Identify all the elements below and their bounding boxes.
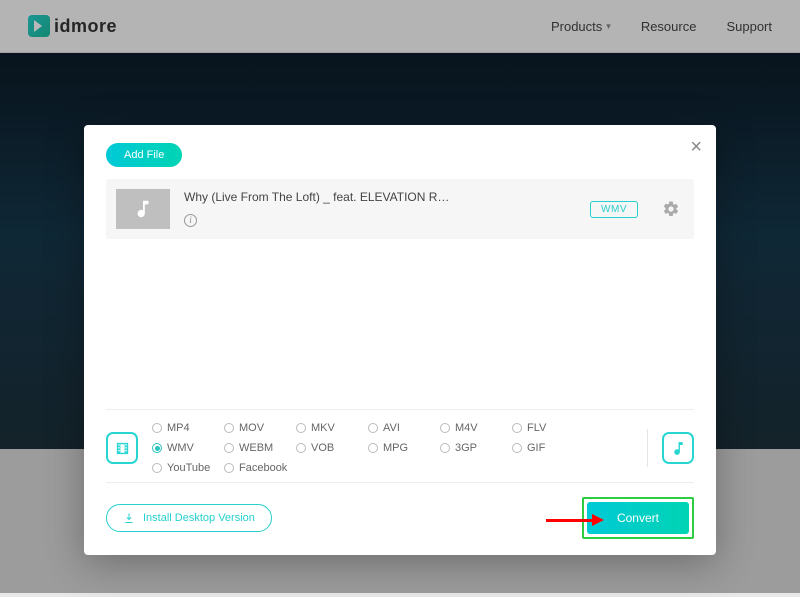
- radio-icon: [368, 423, 378, 433]
- chevron-down-icon: ▾: [606, 21, 611, 32]
- brand-logo[interactable]: idmore: [28, 15, 117, 37]
- format-option-wmv[interactable]: WMV: [152, 442, 224, 454]
- format-option-mkv[interactable]: MKV: [296, 422, 368, 434]
- format-option-youtube[interactable]: YouTube: [152, 462, 224, 474]
- radio-icon: [152, 443, 162, 453]
- converter-modal: × Add File Why (Live From The Loft) _ fe…: [84, 125, 716, 555]
- audio-thumbnail-icon: [116, 189, 170, 229]
- radio-icon: [152, 463, 162, 473]
- format-label: VOB: [311, 442, 334, 454]
- format-bar: MP4 MOV MKV AVI M4V FLV WMV WEBM VOB MPG 3GP GIF You…: [106, 409, 694, 482]
- format-label: M4V: [455, 422, 478, 434]
- format-option-gif[interactable]: GIF: [512, 442, 584, 454]
- radio-icon: [512, 443, 522, 453]
- format-label: AVI: [383, 422, 400, 434]
- format-label: FLV: [527, 422, 546, 434]
- install-label: Install Desktop Version: [143, 512, 255, 524]
- radio-icon: [224, 423, 234, 433]
- format-label: GIF: [527, 442, 545, 454]
- top-bar: idmore Products▾ Resource Support: [0, 0, 800, 53]
- radio-icon: [224, 443, 234, 453]
- radio-icon: [296, 443, 306, 453]
- top-nav: Products▾ Resource Support: [551, 19, 772, 34]
- divider: [647, 429, 648, 467]
- radio-icon: [368, 443, 378, 453]
- format-label: YouTube: [167, 462, 210, 474]
- format-label: 3GP: [455, 442, 477, 454]
- format-option-mp4[interactable]: MP4: [152, 422, 224, 434]
- radio-icon: [440, 423, 450, 433]
- format-label: WEBM: [239, 442, 273, 454]
- close-icon[interactable]: ×: [690, 137, 702, 157]
- radio-icon: [224, 463, 234, 473]
- format-option-mpg[interactable]: MPG: [368, 442, 440, 454]
- logo-play-icon: [28, 15, 50, 37]
- install-desktop-button[interactable]: Install Desktop Version: [106, 504, 272, 532]
- format-label: WMV: [167, 442, 194, 454]
- format-option-mov[interactable]: MOV: [224, 422, 296, 434]
- radio-icon: [440, 443, 450, 453]
- file-list: Why (Live From The Loft) _ feat. ELEVATI…: [106, 179, 694, 409]
- nav-resource[interactable]: Resource: [641, 19, 697, 34]
- audio-tab-icon[interactable]: [662, 432, 694, 464]
- format-option-avi[interactable]: AVI: [368, 422, 440, 434]
- format-label: MP4: [167, 422, 190, 434]
- radio-icon: [296, 423, 306, 433]
- format-label: MPG: [383, 442, 408, 454]
- bottom-bar: Install Desktop Version Convert: [106, 482, 694, 539]
- gear-icon[interactable]: [662, 200, 680, 218]
- format-option-webm[interactable]: WEBM: [224, 442, 296, 454]
- format-option-flv[interactable]: FLV: [512, 422, 584, 434]
- output-format-badge[interactable]: WMV: [590, 201, 638, 218]
- download-icon: [123, 512, 135, 524]
- video-tab-icon[interactable]: [106, 432, 138, 464]
- format-label: Facebook: [239, 462, 287, 474]
- format-option-vob[interactable]: VOB: [296, 442, 368, 454]
- nav-support[interactable]: Support: [726, 19, 772, 34]
- file-row: Why (Live From The Loft) _ feat. ELEVATI…: [106, 179, 694, 239]
- radio-icon: [512, 423, 522, 433]
- format-label: MOV: [239, 422, 264, 434]
- format-grid: MP4 MOV MKV AVI M4V FLV WMV WEBM VOB MPG 3GP GIF You…: [152, 422, 633, 474]
- brand-name: idmore: [54, 16, 117, 37]
- nav-products[interactable]: Products▾: [551, 19, 611, 34]
- add-file-button[interactable]: Add File: [106, 143, 182, 167]
- format-option-3gp[interactable]: 3GP: [440, 442, 512, 454]
- format-option-m4v[interactable]: M4V: [440, 422, 512, 434]
- file-title: Why (Live From The Loft) _ feat. ELEVATI…: [184, 190, 576, 204]
- convert-highlight: Convert: [582, 497, 694, 539]
- convert-button[interactable]: Convert: [587, 502, 689, 534]
- format-option-facebook[interactable]: Facebook: [224, 462, 296, 474]
- info-icon[interactable]: i: [184, 214, 197, 227]
- radio-icon: [152, 423, 162, 433]
- format-label: MKV: [311, 422, 335, 434]
